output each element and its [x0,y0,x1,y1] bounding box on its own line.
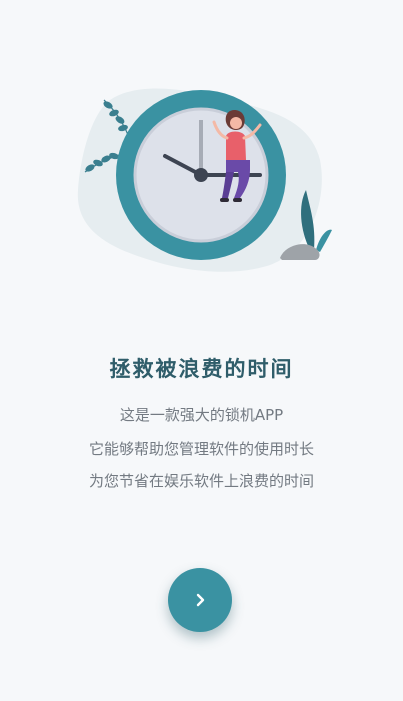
next-button[interactable] [168,568,232,632]
clock-illustration [70,80,340,280]
description-line: 为您节省在娱乐软件上浪费的时间 [88,472,314,490]
description-line: 这是一款强大的锁机APP [119,406,284,424]
description-line: 它能够帮助您管理软件的使用时长 [88,440,314,458]
onboarding-screen: 拯救被浪费的时间 这是一款强大的锁机APP 它能够帮助您管理软件的使用时长 为您… [0,0,403,701]
page-title: 拯救被浪费的时间 [109,357,294,381]
chevron-right-icon [193,593,207,607]
